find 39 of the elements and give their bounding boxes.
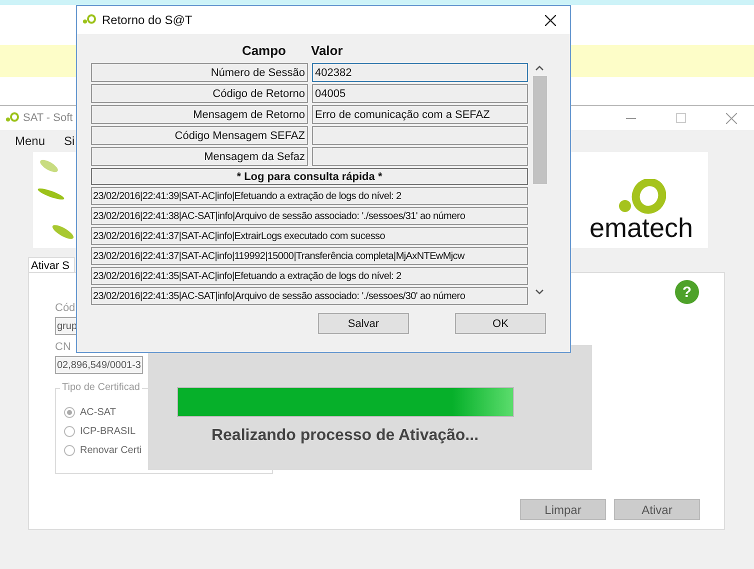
tab[interactable]: Ativar S: [28, 257, 75, 272]
menu-item[interactable]: Si: [64, 134, 75, 148]
status-message: Realizando processo de Ativação...: [211, 427, 479, 445]
maximize-icon[interactable]: [676, 113, 686, 123]
action-button[interactable]: Limpar: [520, 499, 606, 520]
value-cell: 402382: [312, 63, 528, 82]
radio-label: AC-SAT: [80, 407, 116, 418]
app-logo-icon: [5, 112, 19, 122]
logo-text: ematech: [589, 215, 693, 242]
close-icon[interactable]: [544, 14, 556, 26]
field-cell: Mensagem da Sefaz: [91, 147, 308, 166]
field-label: Cód: [55, 302, 76, 316]
radio-label: ICP-BRASIL: [80, 426, 136, 437]
dialog-button[interactable]: Salvar: [318, 313, 409, 334]
field-cell: Código Mensagem SEFAZ: [91, 126, 308, 145]
app-logo-icon: [82, 14, 96, 24]
dialog-title: Retorno do S@T: [102, 13, 194, 27]
window-title: SAT - Soft: [23, 112, 73, 124]
scroll-down-icon[interactable]: [535, 289, 544, 295]
logo-icon: [616, 179, 666, 215]
menu-item[interactable]: Menu: [15, 134, 46, 148]
scroll-up-icon[interactable]: [535, 65, 544, 71]
dialog-button[interactable]: OK: [455, 313, 546, 334]
radio-button[interactable]: [64, 445, 75, 456]
group-title: Tipo de Certificad: [60, 382, 142, 393]
input-field[interactable]: 02,896,549/0001-3: [55, 356, 143, 374]
field-cell: Mensagem de Retorno: [91, 105, 308, 124]
value-cell: Erro de comunicação com a SEFAZ: [312, 105, 528, 124]
radio-button[interactable]: [64, 426, 75, 437]
radio-label: Renovar Certi: [80, 445, 142, 456]
radio-button[interactable]: [64, 407, 75, 418]
field-cell: Número de Sessão: [91, 63, 308, 82]
column-header: Campo: [240, 42, 287, 58]
field-label: CN: [55, 341, 71, 355]
value-cell: 04005: [312, 84, 528, 103]
log-header: * Log para consulta rápida *: [91, 168, 528, 185]
action-button[interactable]: Ativar: [614, 499, 700, 520]
field-cell: Código de Retorno: [91, 84, 308, 103]
column-header: Valor: [311, 42, 343, 58]
